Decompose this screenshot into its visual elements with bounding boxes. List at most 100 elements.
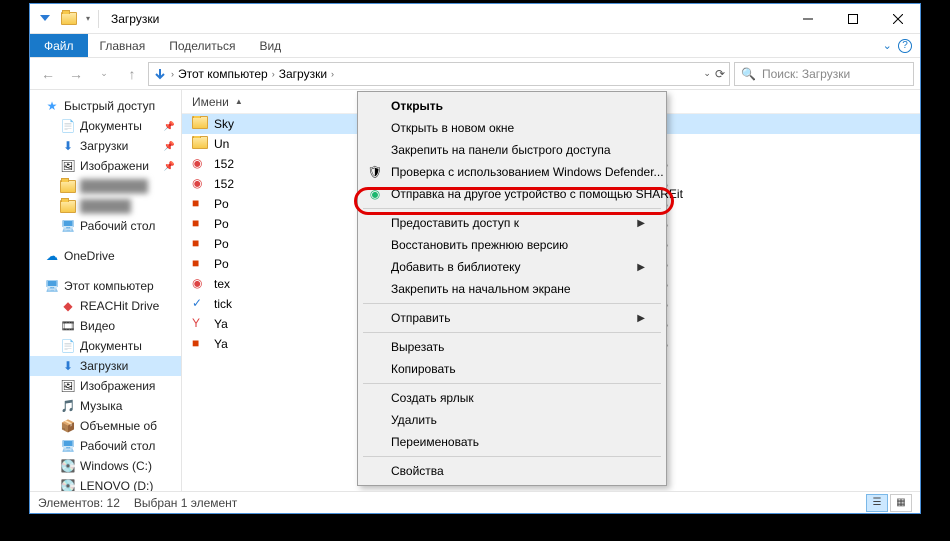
nav-back-button[interactable]: ← bbox=[36, 62, 60, 86]
download-icon: ⬇ bbox=[60, 138, 76, 154]
chevron-right-icon: ▶ bbox=[637, 262, 645, 273]
close-button[interactable] bbox=[875, 4, 920, 34]
file-icon: ✓ bbox=[192, 296, 208, 312]
desktop-icon: 🖥 bbox=[60, 218, 76, 234]
ctx-properties[interactable]: Свойства bbox=[361, 460, 663, 482]
file-icon bbox=[192, 116, 208, 132]
file-icon bbox=[192, 136, 208, 152]
minimize-button[interactable] bbox=[785, 4, 830, 34]
nav-this-pc[interactable]: 🖥Этот компьютер bbox=[30, 276, 181, 296]
ribbon-tab-home[interactable]: Главная bbox=[88, 34, 158, 57]
nav-blur-2[interactable]: ██████ bbox=[30, 196, 181, 216]
ctx-open[interactable]: Открыть bbox=[361, 95, 663, 117]
address-bar[interactable]: › Этот компьютер› Загрузки› ⌄ ⟳ bbox=[148, 62, 730, 86]
ctx-separator bbox=[363, 383, 661, 384]
pin-icon: 📌 bbox=[164, 161, 175, 172]
nav-drive-d[interactable]: 💽LENOVO (D:) bbox=[30, 476, 181, 491]
ribbon-file-tab[interactable]: Файл bbox=[30, 34, 88, 57]
shield-icon: 🛡 bbox=[367, 164, 383, 180]
addr-dropdown-icon[interactable]: ⌄ bbox=[703, 68, 711, 79]
ctx-separator bbox=[363, 456, 661, 457]
file-name: Un bbox=[214, 137, 229, 151]
ctx-grant-access[interactable]: Предоставить доступ к▶ bbox=[361, 212, 663, 234]
nav-desktop-pc[interactable]: 🖥Рабочий стол bbox=[30, 436, 181, 456]
view-large-button[interactable]: ▦ bbox=[890, 494, 912, 512]
file-name: Po bbox=[214, 197, 229, 211]
nav-up-button[interactable]: ↑ bbox=[120, 62, 144, 86]
nav-downloads-pc[interactable]: ⬇Загрузки bbox=[30, 356, 181, 376]
ctx-pin-quick[interactable]: Закрепить на панели быстрого доступа bbox=[361, 139, 663, 161]
file-list-pane: Имени▲ Дата изменения Тип Размера Skyайл… bbox=[182, 90, 920, 491]
star-icon: ★ bbox=[44, 98, 60, 114]
explorer-window: ▾ Загрузки Файл Главная Поделиться Вид ⌄… bbox=[29, 3, 921, 514]
nav-documents-pc[interactable]: 📄Документы bbox=[30, 336, 181, 356]
file-icon: ■ bbox=[192, 336, 208, 352]
nav-desktop-quick[interactable]: 🖥Рабочий стол bbox=[30, 216, 181, 236]
ribbon-tab-view[interactable]: Вид bbox=[247, 34, 293, 57]
ribbon: Файл Главная Поделиться Вид ⌄ ? bbox=[30, 34, 920, 58]
file-icon: ■ bbox=[192, 236, 208, 252]
view-details-button[interactable]: ☰ bbox=[866, 494, 888, 512]
ctx-pin-start[interactable]: Закрепить на начальном экране bbox=[361, 278, 663, 300]
file-name: 152 bbox=[214, 177, 234, 191]
nav-3d[interactable]: 📦Объемные об bbox=[30, 416, 181, 436]
nav-recent-button[interactable]: ⌄ bbox=[92, 62, 116, 86]
nav-music[interactable]: 🎵Музыка bbox=[30, 396, 181, 416]
search-input[interactable]: 🔍 Поиск: Загрузки bbox=[734, 62, 914, 86]
col-name[interactable]: Имени▲ bbox=[182, 95, 382, 109]
window-title: Загрузки bbox=[111, 12, 159, 26]
context-menu: Открыть Открыть в новом окне Закрепить н… bbox=[357, 91, 667, 486]
status-selected: Выбран 1 элемент bbox=[134, 496, 237, 510]
nav-videos[interactable]: 🎞Видео bbox=[30, 316, 181, 336]
file-name: tex bbox=[214, 277, 230, 291]
ctx-cut[interactable]: Вырезать bbox=[361, 336, 663, 358]
ctx-send-to[interactable]: Отправить▶ bbox=[361, 307, 663, 329]
ribbon-tab-share[interactable]: Поделиться bbox=[157, 34, 247, 57]
nav-onedrive[interactable]: ☁OneDrive bbox=[30, 246, 181, 266]
ctx-copy[interactable]: Копировать bbox=[361, 358, 663, 380]
nav-reachit[interactable]: ◆REACHit Drive bbox=[30, 296, 181, 316]
ctx-open-new[interactable]: Открыть в новом окне bbox=[361, 117, 663, 139]
search-icon: 🔍 bbox=[741, 67, 756, 81]
picture-icon: 🖼 bbox=[60, 158, 76, 174]
chevron-right-icon: ▶ bbox=[637, 218, 645, 229]
ctx-delete[interactable]: Удалить bbox=[361, 409, 663, 431]
shareit-icon: ◉ bbox=[367, 186, 383, 202]
ctx-library[interactable]: Добавить в библиотеку▶ bbox=[361, 256, 663, 278]
ribbon-expand-icon[interactable]: ⌄ ? bbox=[883, 34, 920, 57]
ctx-shareit[interactable]: ◉Отправка на другое устройство с помощью… bbox=[361, 183, 663, 205]
maximize-button[interactable] bbox=[830, 4, 875, 34]
refresh-icon[interactable]: ⟳ bbox=[715, 67, 725, 81]
file-icon: Y bbox=[192, 316, 208, 332]
file-icon: ◉ bbox=[192, 156, 208, 172]
qat-down-icon[interactable] bbox=[34, 8, 56, 30]
ctx-separator bbox=[363, 208, 661, 209]
file-name: Ya bbox=[214, 337, 228, 351]
ctx-shortcut[interactable]: Создать ярлык bbox=[361, 387, 663, 409]
ctx-rename[interactable]: Переименовать bbox=[361, 431, 663, 453]
nav-quick-access[interactable]: ★Быстрый доступ bbox=[30, 96, 181, 116]
ctx-defender[interactable]: 🛡Проверка с использованием Windows Defen… bbox=[361, 161, 663, 183]
file-name: Po bbox=[214, 237, 229, 251]
nav-documents[interactable]: 📄Документы📌 bbox=[30, 116, 181, 136]
nav-drive-c[interactable]: 💽Windows (C:) bbox=[30, 456, 181, 476]
file-icon: ■ bbox=[192, 196, 208, 212]
breadcrumb-folder[interactable]: Загрузки› bbox=[279, 67, 334, 81]
nav-pictures-quick[interactable]: 🖼Изображени📌 bbox=[30, 156, 181, 176]
file-name: Po bbox=[214, 217, 229, 231]
qat-dropdown-icon[interactable]: ▾ bbox=[82, 8, 94, 30]
ctx-separator bbox=[363, 332, 661, 333]
pc-icon: 🖥 bbox=[44, 278, 60, 294]
pin-icon: 📌 bbox=[164, 141, 175, 152]
nav-downloads-quick[interactable]: ⬇Загрузки📌 bbox=[30, 136, 181, 156]
titlebar: ▾ Загрузки bbox=[30, 4, 920, 34]
nav-pictures-pc[interactable]: 🖼Изображения bbox=[30, 376, 181, 396]
nav-blur-1[interactable]: ████████ bbox=[30, 176, 181, 196]
down-arrow-icon bbox=[153, 67, 167, 81]
file-name: Ya bbox=[214, 317, 228, 331]
file-name: tick bbox=[214, 297, 232, 311]
breadcrumb-root[interactable]: Этот компьютер› bbox=[178, 67, 275, 81]
file-icon: ◉ bbox=[192, 276, 208, 292]
ctx-restore[interactable]: Восстановить прежнюю версию bbox=[361, 234, 663, 256]
nav-forward-button[interactable]: → bbox=[64, 62, 88, 86]
